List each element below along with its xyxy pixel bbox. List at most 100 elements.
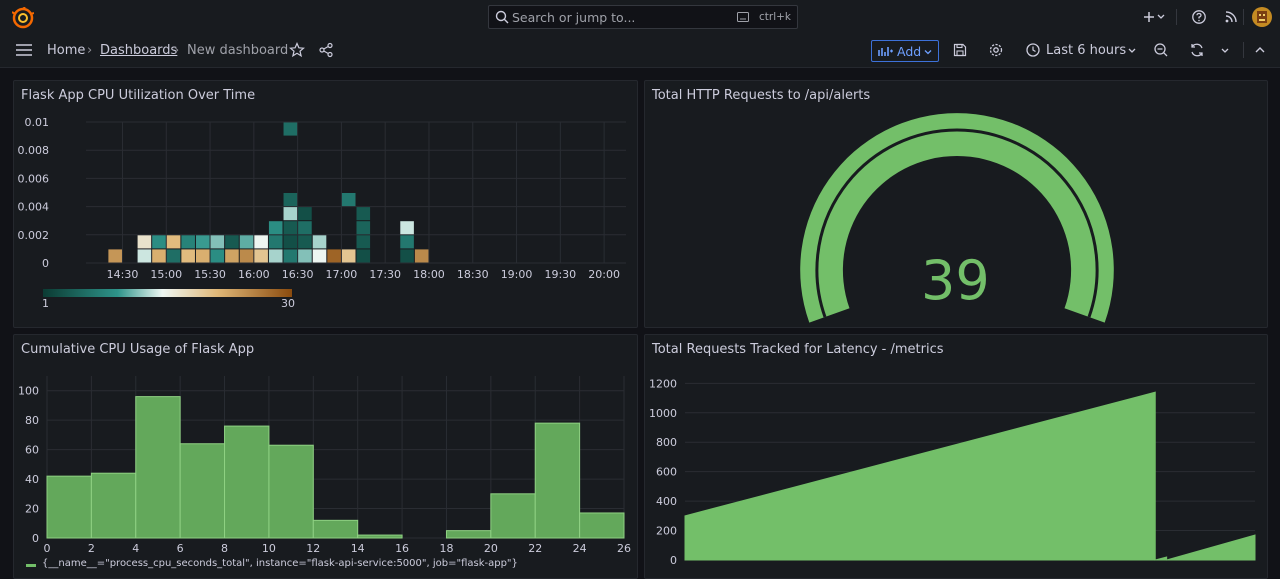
share-icon[interactable] (318, 42, 334, 58)
histogram-bar (357, 534, 403, 539)
settings-icon[interactable] (988, 42, 1004, 58)
refresh-icon[interactable] (1189, 42, 1205, 58)
heatmap-cell (283, 221, 298, 235)
gauge-panel[interactable]: Total HTTP Requests to /api/alerts 39 (644, 80, 1268, 328)
y-tick-label: 0.004 (18, 201, 50, 214)
heatmap-cell (152, 249, 166, 263)
zoom-out-icon[interactable] (1153, 42, 1169, 58)
plus-icon[interactable] (1141, 9, 1157, 25)
help-icon[interactable] (1191, 9, 1207, 25)
heatmap-cell (400, 221, 414, 235)
heatmap-cell (341, 193, 356, 207)
y-tick-label: 0 (42, 257, 49, 270)
x-tick-label: 10 (262, 542, 276, 555)
x-tick-label: 22 (528, 542, 542, 555)
y-tick-label: 0 (32, 532, 39, 545)
histogram-bar (490, 493, 536, 539)
heatmap-cell (414, 249, 429, 263)
heatmap-cell (283, 235, 298, 249)
heatmap-cell (312, 235, 327, 249)
heatmap-cell (239, 235, 254, 249)
breadcrumb-dashboards[interactable]: Dashboards (100, 43, 177, 58)
heatmap-cell (225, 235, 239, 249)
heatmap-cell (298, 221, 312, 235)
add-button-label: Add (897, 44, 922, 59)
star-icon[interactable] (289, 42, 305, 58)
x-tick-label: 4 (132, 542, 139, 555)
heatmap-cell (195, 249, 210, 263)
toolbar-divider (1243, 9, 1244, 25)
heatmap-cell (254, 235, 268, 249)
x-tick-label: 0 (44, 542, 51, 555)
grafana-logo-icon[interactable] (12, 7, 34, 29)
y-tick-label: 1000 (649, 407, 677, 420)
chevron-up-icon[interactable] (1254, 42, 1266, 58)
histogram-bar (224, 425, 270, 539)
y-tick-label: 400 (656, 495, 677, 508)
news-icon[interactable] (1223, 9, 1239, 25)
clock-icon[interactable] (1025, 42, 1041, 58)
x-tick-label: 15:30 (194, 268, 226, 281)
search-input[interactable]: Search or jump to... ctrl+k (488, 5, 798, 29)
save-icon[interactable] (952, 42, 968, 58)
y-tick-label: 800 (656, 436, 677, 449)
heatmap-cell (400, 249, 414, 263)
top-bar: Search or jump to... ctrl+k (0, 0, 1280, 35)
y-tick-label: 0.008 (18, 144, 50, 157)
chevron-down-icon[interactable] (1220, 43, 1230, 59)
gauge-value: 39 (921, 249, 990, 312)
heatmap-cell (283, 207, 298, 221)
x-tick-label: 12 (306, 542, 320, 555)
x-tick-label: 19:30 (544, 268, 576, 281)
histogram-bar (579, 512, 625, 539)
time-range-picker[interactable]: Last 6 hours (1046, 43, 1126, 58)
x-tick-label: 8 (221, 542, 228, 555)
histogram-panel[interactable]: Cumulative CPU Usage of Flask App 0 20 40 6… (13, 334, 638, 579)
heatmap-panel[interactable]: Flask App CPU Utilization Over Time 0 0.0… (13, 80, 638, 328)
y-tick-label: 0.01 (25, 116, 50, 129)
heatmap-cell (327, 249, 341, 263)
heatmap-chart: 0 0.002 0.004 0.006 0.008 0.01 14:30 15:00 15:3… (18, 116, 626, 310)
histogram-bar (46, 475, 92, 539)
x-tick-label: 18 (439, 542, 453, 555)
menu-icon[interactable] (15, 42, 33, 58)
heatmap-cell (108, 249, 122, 263)
legend-label[interactable]: {__name__="process_cpu_seconds_total", i… (42, 558, 518, 569)
heatmap-cell (152, 235, 166, 249)
x-tick-label: 17:30 (369, 268, 401, 281)
x-tick-label: 20:00 (588, 268, 620, 281)
breadcrumb-home[interactable]: Home (47, 43, 85, 58)
heatmap-cell (283, 193, 298, 207)
histogram-bar (179, 443, 226, 539)
color-scale-max: 30 (281, 297, 295, 310)
heatmap-cell (166, 249, 181, 263)
y-tick-label: 0 (670, 554, 677, 567)
breadcrumb-separator: › (87, 43, 93, 58)
x-tick-label: 26 (617, 542, 631, 555)
add-panel-icon (878, 47, 893, 56)
heatmap-cell (225, 249, 239, 263)
heatmap-cell (341, 249, 356, 263)
x-tick-label: 14:30 (107, 268, 139, 281)
latency-panel[interactable]: Total Requests Tracked for Latency - /me… (644, 334, 1268, 579)
y-tick-label: 100 (18, 385, 39, 398)
y-tick-label: 0.006 (18, 172, 50, 185)
y-tick-label: 200 (656, 525, 677, 538)
x-tick-label: 18:30 (457, 268, 489, 281)
chevron-down-icon[interactable] (1156, 9, 1166, 25)
histogram-chart: 020406080100 0 2 4 6 8 10 12 14 16 18 20 22 24 26 (18, 376, 631, 555)
add-button[interactable]: Add (871, 40, 939, 62)
heatmap-cell (356, 235, 371, 249)
y-tick-label: 1200 (649, 377, 677, 390)
avatar[interactable] (1252, 7, 1272, 27)
x-tick-label: 16:00 (238, 268, 270, 281)
x-tick-label: 24 (573, 542, 587, 555)
heatmap-cell (283, 122, 298, 136)
search-shortcut: ctrl+k (758, 11, 791, 23)
heatmap-cell (166, 235, 181, 249)
heatmap-cell (298, 249, 312, 263)
y-tick-label: 600 (656, 466, 677, 479)
chevron-down-icon[interactable] (1127, 43, 1137, 59)
x-tick-label: 19:00 (501, 268, 533, 281)
heatmap-cell (137, 249, 152, 263)
